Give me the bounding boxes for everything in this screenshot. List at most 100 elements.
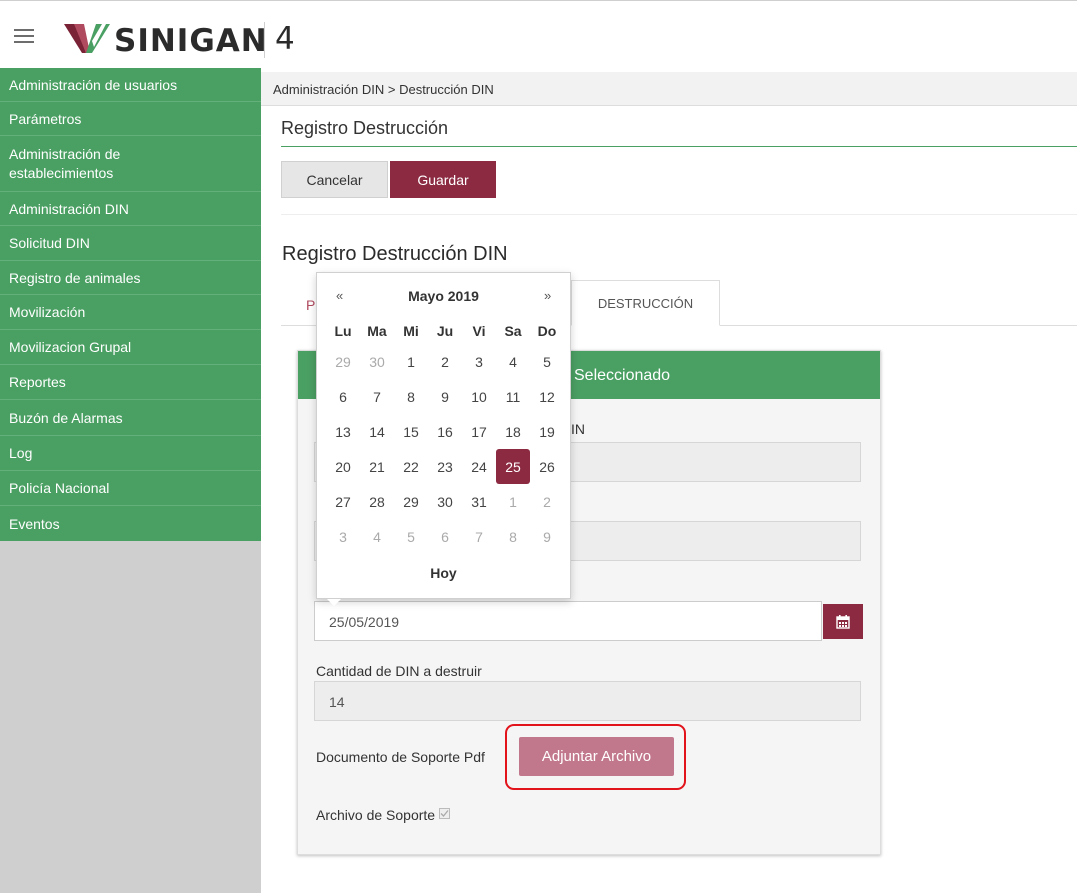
datepicker-day[interactable]: 15 [394, 414, 428, 449]
sidebar-item-label: Movilizacion Grupal [9, 339, 132, 355]
datepicker-day-other-month[interactable]: 1 [496, 484, 530, 519]
datepicker-day-other-month[interactable]: 3 [326, 519, 360, 554]
datepicker-day[interactable]: 7 [360, 379, 394, 414]
datepicker-day-other-month[interactable]: 9 [530, 519, 564, 554]
sidebar-item-label: Administración DIN [9, 200, 129, 217]
sidebar-item-movilizacion-grupal[interactable]: Movilizacion Grupal [0, 330, 261, 365]
page-title: Registro Destrucción [281, 118, 449, 138]
weekday-header: Ju [436, 322, 454, 339]
datepicker-day-other-month[interactable]: 8 [496, 519, 530, 554]
weekday-header: Lu [334, 322, 352, 339]
save-button[interactable]: Guardar [390, 161, 496, 198]
attach-file-button[interactable]: Adjuntar Archivo [519, 737, 674, 776]
logo-version: 4 [264, 22, 295, 58]
sidebar-item-policia-nacional[interactable]: Policía Nacional [0, 471, 261, 506]
datepicker-day[interactable]: 1 [394, 344, 428, 379]
weekday-header: Mi [403, 322, 419, 339]
sidebar-item-label: Movilización [9, 304, 86, 320]
destruction-date-input[interactable]: 25/05/2019 [314, 601, 822, 641]
datepicker-day[interactable]: 9 [428, 379, 462, 414]
datepicker-day-other-month[interactable]: 30 [360, 344, 394, 379]
datepicker-week-row: 20 21 22 23 24 25 26 [326, 449, 564, 484]
cantidad-label: Cantidad de DIN a destruir [316, 663, 482, 679]
logo-text: SINIGAN [114, 23, 268, 59]
sidebar-item-solicitud-din[interactable]: Solicitud DIN [0, 226, 261, 261]
hamburger-menu-icon[interactable] [14, 29, 34, 43]
datepicker-week-row: 6 7 8 9 10 11 12 [326, 379, 564, 414]
sidebar-item-eventos[interactable]: Eventos [0, 506, 261, 541]
calendar-button[interactable] [823, 604, 863, 639]
sidebar-item-movilizacion[interactable]: Movilización [0, 295, 261, 330]
datepicker-day[interactable]: 2 [428, 344, 462, 379]
datepicker-day-other-month[interactable]: 29 [326, 344, 360, 379]
datepicker-prev-button[interactable]: « [336, 288, 343, 303]
datepicker-today-button[interactable]: Hoy [317, 565, 570, 581]
tab-first-partial[interactable]: P [306, 297, 315, 313]
sidebar-item-buzon-alarmas[interactable]: Buzón de Alarmas [0, 400, 261, 436]
datepicker-day[interactable]: 18 [496, 414, 530, 449]
datepicker-day[interactable]: 10 [462, 379, 496, 414]
cancel-button[interactable]: Cancelar [281, 161, 388, 198]
documento-label: Documento de Soporte Pdf [316, 749, 485, 765]
datepicker-day[interactable]: 14 [360, 414, 394, 449]
datepicker-day[interactable]: 27 [326, 484, 360, 519]
title-divider [281, 146, 1077, 147]
datepicker-day[interactable]: 11 [496, 379, 530, 414]
weekday-header: Sa [504, 322, 522, 339]
sidebar-item-usuarios[interactable]: Administración de usuarios [0, 68, 261, 102]
calendar-icon [836, 614, 850, 629]
sidebar-menu: Administración de usuarios Parámetros Ad… [0, 68, 261, 541]
weekday-header: Vi [472, 322, 486, 339]
datepicker-day[interactable]: 4 [496, 344, 530, 379]
datepicker-day[interactable]: 20 [326, 449, 360, 484]
datepicker-day[interactable]: 31 [462, 484, 496, 519]
section-divider [281, 214, 1077, 215]
datepicker-day[interactable]: 30 [428, 484, 462, 519]
sidebar-item-label: Administración de usuarios [9, 76, 178, 93]
datepicker-day[interactable]: 8 [394, 379, 428, 414]
datepicker-day-other-month[interactable]: 7 [462, 519, 496, 554]
sidebar-item-log[interactable]: Log [0, 436, 261, 471]
datepicker-month-title[interactable]: Mayo 2019 [317, 288, 570, 304]
datepicker-day[interactable]: 16 [428, 414, 462, 449]
datepicker-day[interactable]: 25 [496, 449, 530, 484]
sidebar-item-establecimientos[interactable]: Administración de establecimientos [0, 136, 261, 192]
sidebar-item-administracion-din[interactable]: Administración DIN [0, 192, 261, 226]
datepicker-grid: Lu Ma Mi Ju Vi Sa Do 29 30 1 2 3 4 5 6 7 8 9 10 11 12 13 14 15 1… [326, 319, 564, 554]
datepicker-day[interactable]: 5 [530, 344, 564, 379]
sidebar-item-label: Policía Nacional [9, 480, 110, 496]
datepicker-week-row: 29 30 1 2 3 4 5 [326, 344, 564, 379]
sidebar-item-label: Reportes [9, 374, 66, 390]
datepicker-week-row: 3456789 [326, 519, 564, 554]
tab-destruccion[interactable]: DESTRUCCIÓN [571, 280, 720, 326]
datepicker-day[interactable]: 21 [360, 449, 394, 484]
sidebar-item-label: Registro de animales [9, 269, 141, 286]
datepicker-day[interactable]: 3 [462, 344, 496, 379]
datepicker-day[interactable]: 29 [394, 484, 428, 519]
datepicker-day[interactable]: 12 [530, 379, 564, 414]
datepicker-day[interactable]: 28 [360, 484, 394, 519]
sidebar-item-label: Administración de establecimientos [9, 145, 121, 181]
checkbox-icon[interactable] [439, 808, 451, 819]
sidebar-item-parametros[interactable]: Parámetros [0, 102, 261, 136]
sidebar-item-label: Solicitud DIN [9, 235, 90, 251]
datepicker-day-other-month[interactable]: 4 [360, 519, 394, 554]
datepicker-day[interactable]: 23 [428, 449, 462, 484]
sidebar-item-registro-animales[interactable]: Registro de animales [0, 261, 261, 295]
datepicker-day[interactable]: 17 [462, 414, 496, 449]
datepicker-day[interactable]: 22 [394, 449, 428, 484]
sidebar-item-reportes[interactable]: Reportes [0, 365, 261, 400]
datepicker-day[interactable]: 13 [326, 414, 360, 449]
datepicker-day[interactable]: 19 [530, 414, 564, 449]
top-header: SINIGAN 4 [0, 0, 1077, 68]
datepicker-day[interactable]: 6 [326, 379, 360, 414]
datepicker-day[interactable]: 24 [462, 449, 496, 484]
datepicker-day-other-month[interactable]: 6 [428, 519, 462, 554]
datepicker-day-other-month[interactable]: 5 [394, 519, 428, 554]
datepicker-week-row: 27 28 29 30 31 1 2 [326, 484, 564, 519]
weekday-header: Ma [367, 322, 387, 339]
datepicker-day-other-month[interactable]: 2 [530, 484, 564, 519]
sidebar-item-label: Buzón de Alarmas [9, 409, 123, 426]
datepicker-next-button[interactable]: » [544, 288, 551, 303]
datepicker-day[interactable]: 26 [530, 449, 564, 484]
